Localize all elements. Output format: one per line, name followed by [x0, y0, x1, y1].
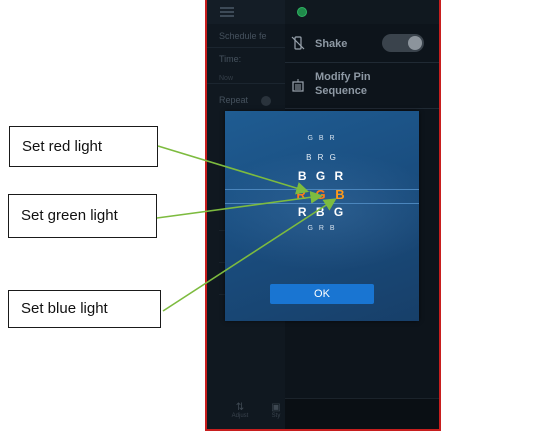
repeat-label: Repeat: [219, 95, 249, 105]
time-label: Time:: [219, 54, 242, 64]
right-top-bar: [285, 0, 439, 24]
hamburger-menu-icon[interactable]: [220, 7, 234, 17]
bottom-navigation: ⇅ Adjust ▣ Sty: [232, 398, 439, 429]
picker-option-bgr[interactable]: B G R: [225, 169, 419, 183]
callout-green: Set green light: [8, 194, 157, 238]
modify-pin-label-line2: Sequence: [315, 85, 367, 97]
pin-sequence-icon: [291, 78, 305, 92]
weekday-selector[interactable]: [261, 93, 274, 111]
sliders-icon: ⇅: [235, 402, 245, 413]
nav-item-adjust[interactable]: ⇅ Adjust: [225, 402, 255, 419]
shake-toggle[interactable]: [382, 34, 424, 52]
toggle-knob: [408, 36, 422, 50]
picker-option-gbr[interactable]: G B R: [225, 135, 419, 142]
picker-option-selected[interactable]: R G B: [225, 187, 419, 202]
shake-label: Shake: [315, 38, 348, 50]
callout-red: Set red light: [9, 126, 158, 167]
pin-sequence-dialog: G B R B R G B G R R G B R B G G R B OK: [225, 111, 419, 321]
schedule-row[interactable]: Schedule fe: [207, 24, 285, 48]
vibration-off-icon: [291, 36, 305, 50]
left-top-bar: [207, 0, 285, 24]
picker-option-grb[interactable]: G R B: [225, 225, 419, 232]
schedule-label: Schedule fe: [219, 31, 267, 41]
nav-label-adjust: Adjust: [231, 413, 249, 419]
shake-row[interactable]: Shake: [285, 24, 439, 63]
selection-line-bottom: [225, 203, 419, 204]
selected-letter-r: R: [296, 187, 309, 202]
time-value: Now: [219, 75, 234, 82]
selected-letter-g: G: [315, 187, 329, 202]
time-row[interactable]: Time: Now: [207, 50, 285, 84]
nav-item-style[interactable]: ▣ Sty: [261, 402, 291, 419]
picker-option-brg[interactable]: B R G: [225, 153, 419, 162]
status-dot-icon: [297, 7, 307, 17]
modify-pin-label-line1: Modify Pin: [315, 71, 371, 83]
callout-blue: Set blue light: [8, 290, 161, 328]
nav-label-style: Sty: [271, 413, 281, 419]
ok-button[interactable]: OK: [270, 284, 374, 304]
selected-letter-b: B: [335, 187, 348, 202]
grid-icon: ▣: [271, 402, 281, 413]
modify-pin-sequence-row[interactable]: Modify Pin Sequence: [285, 62, 439, 109]
picker-option-rbg[interactable]: R B G: [225, 205, 419, 219]
